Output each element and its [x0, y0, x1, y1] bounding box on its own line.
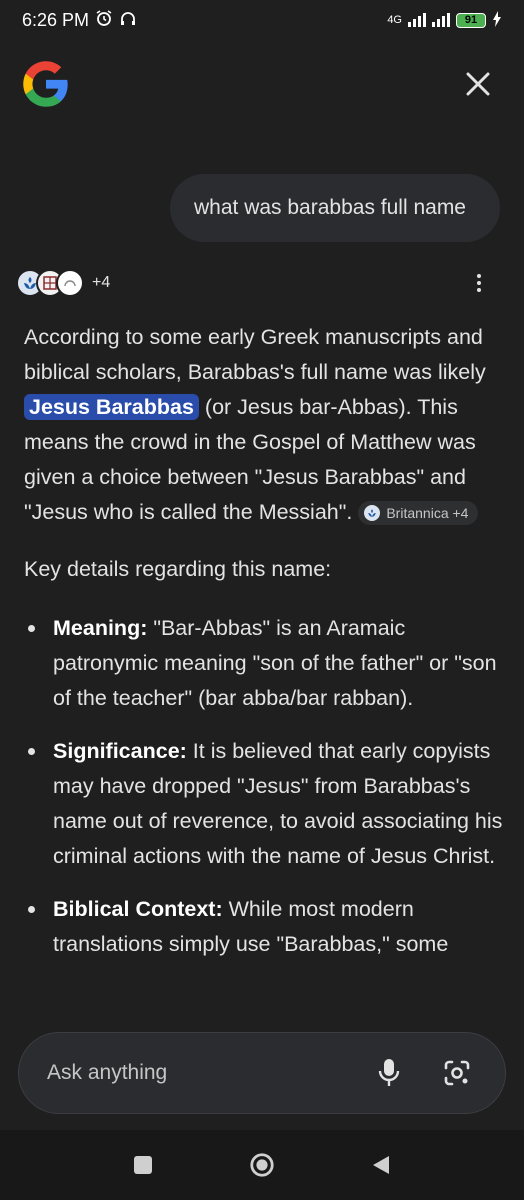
close-button[interactable]	[458, 64, 498, 104]
alarm-icon	[95, 9, 113, 32]
lens-camera-icon	[444, 1060, 470, 1086]
details-list: Meaning: "Bar-Abbas" is an Aramaic patro…	[24, 611, 508, 962]
google-g-logo-icon	[20, 58, 72, 110]
battery-level: 91	[464, 14, 478, 26]
recents-icon	[134, 1156, 152, 1174]
status-time: 6:26 PM	[22, 9, 90, 30]
network-type: 4G	[387, 14, 402, 26]
bullet-label: Meaning:	[53, 616, 148, 640]
signal-icon	[408, 13, 426, 27]
home-button[interactable]	[249, 1152, 275, 1178]
lens-button[interactable]	[437, 1053, 477, 1093]
highlighted-name[interactable]: Jesus Barabbas	[24, 394, 199, 420]
query-bubble: what was barabbas full name	[170, 174, 500, 242]
more-vert-icon	[477, 274, 481, 278]
sources-row[interactable]: +4	[16, 266, 508, 300]
mic-button[interactable]	[369, 1053, 409, 1093]
mic-icon	[378, 1059, 400, 1086]
query-text: what was barabbas full name	[194, 196, 466, 219]
home-icon	[250, 1153, 274, 1177]
more-options-button[interactable]	[464, 266, 494, 300]
details-intro: Key details regarding this name:	[24, 557, 332, 581]
signal-icon-2	[432, 13, 450, 27]
recents-button[interactable]	[130, 1152, 156, 1178]
ask-input-bar[interactable]: Ask anything	[18, 1032, 506, 1114]
citation-label: Britannica +4	[386, 505, 469, 522]
answer-text-a: According to some early Greek manuscript…	[24, 325, 486, 384]
status-left: 6:26 PM	[22, 9, 137, 32]
system-nav-bar	[0, 1130, 524, 1200]
list-item: Significance: It is believed that early …	[24, 734, 508, 874]
citation-chip[interactable]: Britannica +4	[358, 501, 479, 526]
charging-icon	[492, 10, 502, 30]
close-icon	[466, 72, 490, 96]
headphones-icon	[119, 9, 137, 32]
source-icon-3	[56, 269, 84, 297]
answer-body: According to some early Greek manuscript…	[24, 320, 508, 1015]
ask-input-placeholder[interactable]: Ask anything	[47, 1033, 167, 1113]
bullet-label: Biblical Context:	[53, 897, 223, 921]
status-right: 4G 91	[387, 10, 502, 30]
back-button[interactable]	[368, 1152, 394, 1178]
bullet-label: Significance:	[53, 739, 187, 763]
answer-paragraph: According to some early Greek manuscript…	[24, 320, 508, 530]
sources-count: +4	[92, 274, 111, 291]
battery-icon: 91	[456, 12, 486, 28]
status-bar: 6:26 PM 4G 91	[0, 0, 524, 40]
britannica-icon	[364, 505, 381, 522]
list-item: Meaning: "Bar-Abbas" is an Aramaic patro…	[24, 611, 508, 716]
list-item: Biblical Context: While most modern tran…	[24, 892, 508, 962]
header	[0, 40, 524, 130]
back-icon	[373, 1156, 389, 1174]
